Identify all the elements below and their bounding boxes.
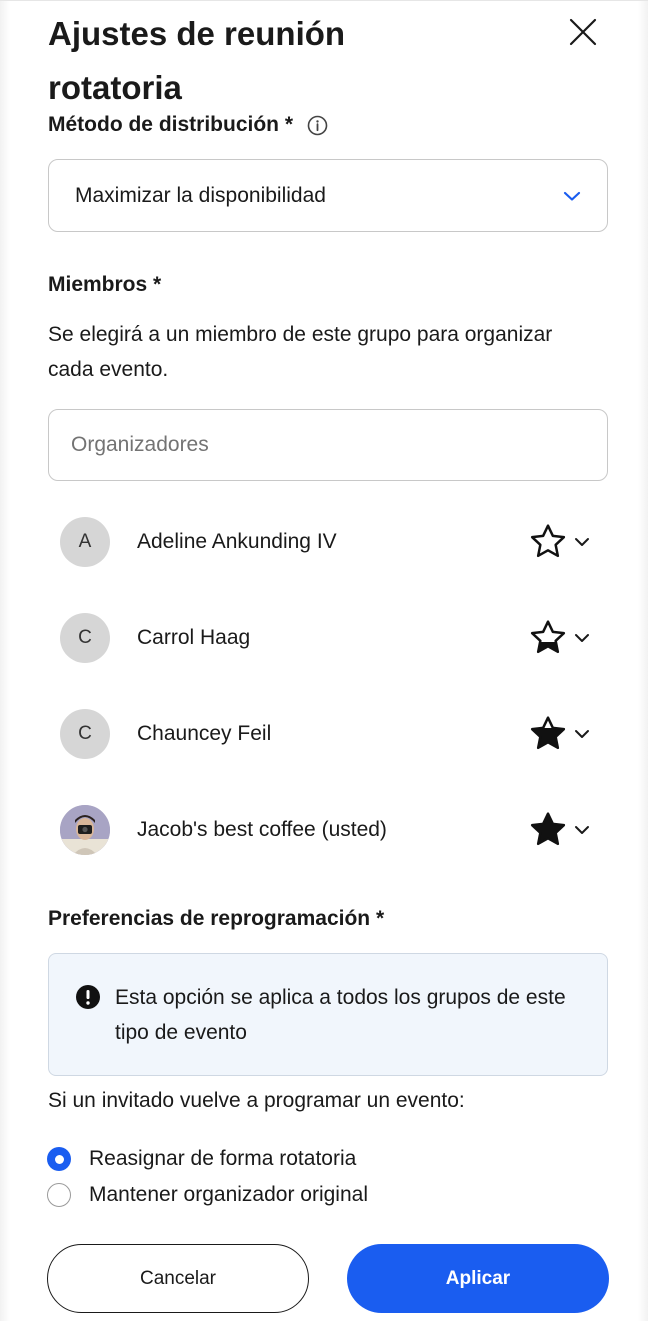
distribution-method-label: Método de distribución * <box>48 113 328 137</box>
avatar: A <box>60 517 110 567</box>
organizers-search-input[interactable] <box>48 409 608 481</box>
distribution-method-value: Maximizar la disponibilidad <box>75 183 326 207</box>
members-label: Miembros * <box>48 273 162 296</box>
member-name: Carrol Haag <box>137 626 251 649</box>
star-partial-icon <box>530 620 566 654</box>
member-row: C Chauncey Feil <box>60 708 590 760</box>
star-filled-icon <box>530 812 566 846</box>
radio-button[interactable] <box>47 1147 71 1171</box>
dialog-title: Ajustes de reunión rotatoria <box>48 15 346 106</box>
member-name: Jacob's best coffee (usted) <box>137 818 387 841</box>
member-priority-dropdown[interactable] <box>528 522 590 562</box>
apply-button[interactable]: Aplicar <box>347 1244 609 1313</box>
member-priority-dropdown[interactable] <box>528 714 590 754</box>
distribution-method-select[interactable]: Maximizar la disponibilidad <box>48 159 608 232</box>
distribution-method-label-text: Método de distribución * <box>48 113 293 136</box>
member-priority-dropdown[interactable] <box>528 810 590 850</box>
close-button[interactable] <box>562 11 604 53</box>
star-outline-icon <box>530 524 566 558</box>
cancel-button[interactable]: Cancelar <box>47 1244 309 1313</box>
chevron-down-icon <box>574 633 590 643</box>
members-description: Se elegirá a un miembro de este grupo pa… <box>48 323 553 381</box>
notice-box: Esta opción se aplica a todos los grupos… <box>48 953 608 1076</box>
chevron-down-icon <box>574 729 590 739</box>
reschedule-prompt: Si un invitado vuelve a programar un eve… <box>48 1089 465 1112</box>
chevron-down-icon <box>574 825 590 835</box>
notice-text: Esta opción se aplica a todos los grupos… <box>115 986 566 1044</box>
member-name: Adeline Ankunding IV <box>137 530 337 553</box>
avatar <box>60 805 110 855</box>
member-row: A Adeline Ankunding IV <box>60 516 590 568</box>
member-row: Jacob's best coffee (usted) <box>60 804 590 856</box>
radio-label: Mantener organizador original <box>89 1183 368 1206</box>
panel-left-shadow <box>0 1 10 1321</box>
chevron-down-icon <box>574 537 590 547</box>
member-name: Chauncey Feil <box>137 722 272 745</box>
avatar: C <box>60 709 110 759</box>
info-icon[interactable] <box>307 115 328 136</box>
round-robin-settings-panel: Ajustes de reunión rotatoria Método de d… <box>0 0 648 1321</box>
member-row: C Carrol Haag <box>60 612 590 664</box>
avatar: C <box>60 613 110 663</box>
alert-icon <box>75 984 101 1075</box>
profile-photo <box>60 805 110 855</box>
star-partial-icon <box>530 716 566 750</box>
reschedule-preferences-label: Preferencias de reprogramación * <box>48 907 385 930</box>
member-priority-dropdown[interactable] <box>528 618 590 658</box>
panel-right-shadow <box>638 1 648 1321</box>
radio-keep-original-organizer[interactable]: Mantener organizador original <box>47 1183 368 1207</box>
radio-button[interactable] <box>47 1183 71 1207</box>
radio-reassign-round-robin[interactable]: Reasignar de forma rotatoria <box>47 1147 356 1171</box>
radio-label: Reasignar de forma rotatoria <box>89 1147 357 1170</box>
close-icon <box>569 18 597 46</box>
chevron-down-icon <box>563 190 581 202</box>
